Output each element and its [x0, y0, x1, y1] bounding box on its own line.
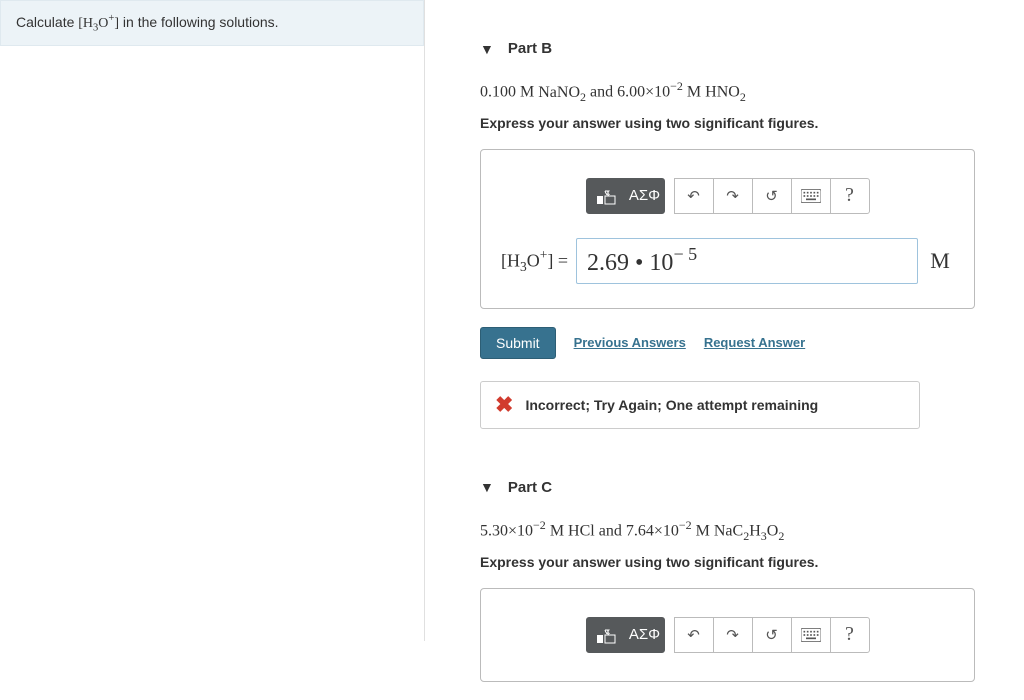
part-b-answer-frame: x ΑΣΦ ↶ ↷ ↺ ? [H3O+] = 2.69 • 10− 5 [480, 149, 975, 309]
previous-answers-link[interactable]: Previous Answers [574, 335, 686, 350]
equation-toolbar: x ΑΣΦ ↶ ↷ ↺ ? [501, 617, 954, 653]
undo-button[interactable]: ↶ [674, 617, 714, 653]
part-b-buttons: Submit Previous Answers Request Answer [480, 327, 1004, 359]
question-panel: Calculate [H3O+] in the following soluti… [0, 0, 425, 641]
symbols-button[interactable]: ΑΣΦ [625, 617, 665, 653]
part-b-prompt: 0.100 M NaNO2 and 6.00×10−2 M HNO2 [480, 79, 1004, 105]
templates-button[interactable]: x [586, 178, 626, 214]
part-b-header[interactable]: ▼ Part B [480, 40, 1004, 57]
feedback-text: Incorrect; Try Again; One attempt remain… [525, 397, 818, 413]
help-button[interactable]: ? [830, 617, 870, 653]
keyboard-button[interactable] [791, 617, 831, 653]
undo-button[interactable]: ↶ [674, 178, 714, 214]
answer-value: 2.69 • 10− 5 [587, 244, 697, 277]
caret-down-icon: ▼ [480, 41, 494, 57]
answer-label: [H3O+] = [501, 247, 568, 275]
incorrect-icon: ✖ [495, 394, 513, 416]
part-c-instruction: Express your answer using two significan… [480, 554, 1004, 570]
caret-down-icon: ▼ [480, 479, 494, 495]
equation-toolbar: x ΑΣΦ ↶ ↷ ↺ ? [501, 178, 954, 214]
part-c-header[interactable]: ▼ Part C [480, 479, 1004, 496]
answer-input[interactable]: 2.69 • 10− 5 [576, 238, 918, 284]
part-c-title: Part C [508, 479, 552, 496]
feedback-box: ✖ Incorrect; Try Again; One attempt rema… [480, 381, 920, 429]
reset-button[interactable]: ↺ [752, 617, 792, 653]
question-species: [H3O+] [78, 16, 119, 31]
part-c-body: 5.30×10−2 M HCl and 7.64×10−2 M NaC2H3O2… [480, 518, 1004, 682]
part-c-prompt: 5.30×10−2 M HCl and 7.64×10−2 M NaC2H3O2 [480, 518, 1004, 544]
templates-button[interactable]: x [586, 617, 626, 653]
question-text: Calculate [H3O+] in the following soluti… [0, 0, 424, 46]
redo-button[interactable]: ↷ [713, 178, 753, 214]
question-prefix: Calculate [16, 14, 78, 30]
request-answer-link[interactable]: Request Answer [704, 335, 805, 350]
answer-panel: ▼ Part B 0.100 M NaNO2 and 6.00×10−2 M H… [425, 0, 1024, 700]
redo-button[interactable]: ↷ [713, 617, 753, 653]
question-suffix: in the following solutions. [119, 14, 279, 30]
keyboard-button[interactable] [791, 178, 831, 214]
part-b-title: Part B [508, 40, 552, 57]
symbols-button[interactable]: ΑΣΦ [625, 178, 665, 214]
part-c-answer-frame: x ΑΣΦ ↶ ↷ ↺ ? [480, 588, 975, 682]
reset-button[interactable]: ↺ [752, 178, 792, 214]
submit-button[interactable]: Submit [480, 327, 556, 359]
answer-unit: M [926, 248, 954, 274]
part-b-body: 0.100 M NaNO2 and 6.00×10−2 M HNO2 Expre… [480, 79, 1004, 429]
answer-row: [H3O+] = 2.69 • 10− 5 M [501, 238, 954, 284]
part-b-instruction: Express your answer using two significan… [480, 115, 1004, 131]
help-button[interactable]: ? [830, 178, 870, 214]
